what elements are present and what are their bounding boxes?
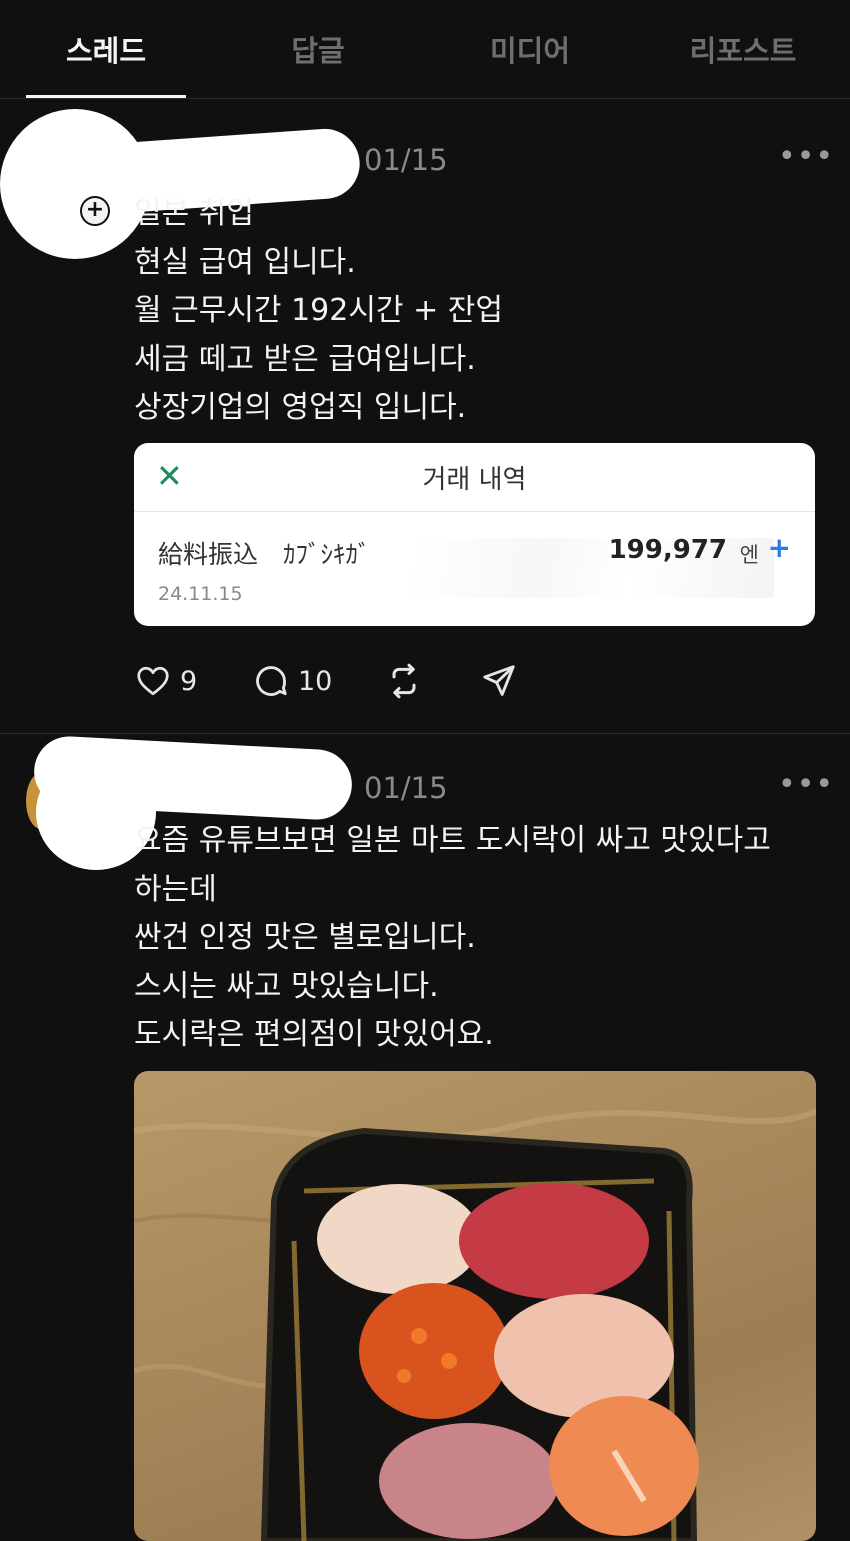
post-line: 스시는 싸고 맛있습니다. (134, 968, 439, 1004)
post-line: 요즘 유튜브보면 일본 마트 도시락이 싸고 맛있다고 (134, 823, 771, 858)
card-header: ✕ 거래 내역 (134, 443, 815, 512)
active-tab-indicator (26, 95, 186, 98)
heart-icon (137, 666, 169, 696)
post-timestamp: 01/15 (364, 143, 448, 177)
reply-button[interactable]: 10 (252, 661, 332, 701)
post-line: 싼건 인정 맛은 별로입니다. (134, 920, 476, 955)
post-line: 도시락은 편의점이 맛있어요. (134, 1017, 494, 1052)
transaction-description: 給料振込 ｶﾌﾞｼｷｶﾞ (158, 540, 371, 569)
plus-icon: + (767, 531, 791, 564)
repost-button[interactable] (384, 661, 424, 701)
sushi-tray-photo (134, 1108, 816, 1541)
like-count: 9 (180, 665, 198, 697)
post-photo[interactable] (134, 1071, 816, 1541)
post-line: 월 근무시간 192시간 + 잔업 (134, 293, 503, 328)
more-icon[interactable]: ••• (778, 139, 834, 174)
tab-threads[interactable]: 스레드 (0, 28, 212, 70)
post-line: 상장기업의 영업직 입니다. (134, 390, 467, 425)
post-line: 하는데 (134, 871, 217, 907)
post-timestamp: 01/15 (364, 771, 448, 805)
repost-icon (392, 663, 416, 699)
post-line: 일본 취업 (134, 196, 254, 231)
redacted-avatar (0, 109, 150, 259)
transaction-amount: 199,977 (608, 535, 727, 565)
like-button[interactable]: 9 (134, 661, 197, 701)
post-text: 일본 취업 현실 급여 입니다. 월 근무시간 192시간 + 잔업 세금 떼고… (134, 190, 503, 433)
share-button[interactable] (480, 661, 518, 701)
share-icon (483, 665, 515, 696)
transaction-card-image[interactable]: ✕ 거래 내역 給料振込 ｶﾌﾞｼｷｶﾞ 24.11.15 199,977 엔 … (134, 443, 815, 626)
tab-media[interactable]: 미디어 (424, 28, 636, 70)
post-line: 세금 떼고 받은 급여입니다. (134, 341, 476, 377)
thread-post[interactable]: + 01/15 ••• 일본 취업 현실 급여 입니다. 월 근무시간 192시… (0, 99, 850, 734)
transaction-date: 24.11.15 (158, 583, 243, 605)
tab-replies[interactable]: 답글 (212, 28, 424, 70)
profile-tabs: 스레드 답글 미디어 리포스트 (0, 0, 850, 99)
post-text: 요즘 유튜브보면 일본 마트 도시락이 싸고 맛있다고 하는데 싼건 인정 맛은… (134, 817, 771, 1060)
comment-icon (256, 666, 287, 696)
post-line: 현실 급여 입니다. (134, 244, 356, 280)
currency-unit: 엔 (739, 543, 759, 567)
card-title: 거래 내역 (422, 465, 527, 495)
reply-count: 10 (298, 665, 333, 697)
thread-post[interactable]: 01/15 ••• 요즘 유튜브보면 일본 마트 도시락이 싸고 맛있다고 하는… (0, 734, 850, 1541)
more-icon[interactable]: ••• (778, 767, 834, 802)
plus-icon[interactable]: + (80, 196, 110, 226)
tab-reposts[interactable]: 리포스트 (637, 28, 849, 70)
